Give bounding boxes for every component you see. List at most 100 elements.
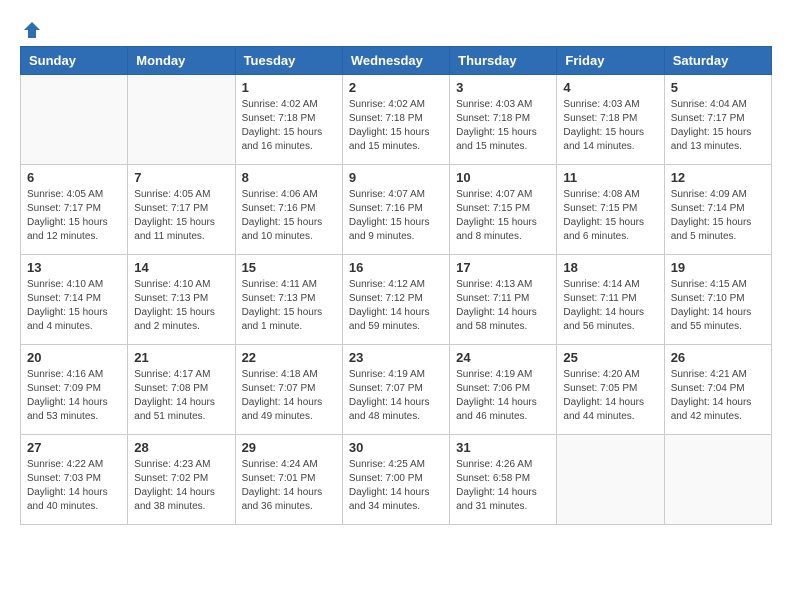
- day-number: 9: [349, 170, 443, 185]
- day-detail: Sunrise: 4:16 AM Sunset: 7:09 PM Dayligh…: [27, 368, 121, 424]
- day-detail: Sunrise: 4:26 AM Sunset: 6:58 PM Dayligh…: [456, 458, 550, 514]
- day-number: 24: [456, 350, 550, 365]
- day-number: 30: [349, 440, 443, 455]
- day-cell: 5 Sunrise: 4:04 AM Sunset: 7:17 PM Daylig…: [664, 75, 771, 165]
- day-cell: 6Sunrise: 4:05 AM Sunset: 7:17 PM Daylig…: [21, 165, 128, 255]
- day-detail: Sunrise: 4:19 AM Sunset: 7:06 PM Dayligh…: [456, 368, 550, 424]
- day-cell: [21, 75, 128, 165]
- day-cell: 28Sunrise: 4:23 AM Sunset: 7:02 PM Dayli…: [128, 435, 235, 525]
- day-number: 19: [671, 260, 765, 275]
- day-cell: 4 Sunrise: 4:03 AM Sunset: 7:18 PM Daylig…: [557, 75, 664, 165]
- day-number: 22: [242, 350, 336, 365]
- day-number: 13: [27, 260, 121, 275]
- day-number: 26: [671, 350, 765, 365]
- day-number: 12: [671, 170, 765, 185]
- day-cell: 14 Sunrise: 4:10 AM Sunset: 7:13 PM Dayli…: [128, 255, 235, 345]
- day-detail: Sunrise: 4:22 AM Sunset: 7:03 PM Dayligh…: [27, 458, 121, 514]
- day-number: 2: [349, 80, 443, 95]
- day-number: 15: [242, 260, 336, 275]
- day-number: 23: [349, 350, 443, 365]
- day-detail: Sunrise: 4:17 AM Sunset: 7:08 PM Dayligh…: [134, 368, 228, 424]
- day-cell: 30 Sunrise: 4:25 AM Sunset: 7:00 PM Dayli…: [342, 435, 449, 525]
- weekday-header-friday: Friday: [557, 47, 664, 75]
- day-detail: Sunrise: 4:10 AM Sunset: 7:13 PM Dayligh…: [134, 278, 228, 334]
- day-detail: Sunrise: 4:18 AM Sunset: 7:07 PM Dayligh…: [242, 368, 336, 424]
- day-detail: Sunrise: 4:13 AM Sunset: 7:11 PM Dayligh…: [456, 278, 550, 334]
- day-cell: 16Sunrise: 4:12 AM Sunset: 7:12 PM Dayli…: [342, 255, 449, 345]
- day-detail: Sunrise: 4:15 AM Sunset: 7:10 PM Dayligh…: [671, 278, 765, 334]
- day-number: 8: [242, 170, 336, 185]
- day-number: 27: [27, 440, 121, 455]
- day-cell: 12Sunrise: 4:09 AM Sunset: 7:14 PM Dayli…: [664, 165, 771, 255]
- logo-icon: [22, 20, 42, 40]
- day-detail: Sunrise: 4:21 AM Sunset: 7:04 PM Dayligh…: [671, 368, 765, 424]
- logo: [20, 20, 42, 36]
- day-cell: 29 Sunrise: 4:24 AM Sunset: 7:01 PM Dayli…: [235, 435, 342, 525]
- day-number: 18: [563, 260, 657, 275]
- day-cell: 19 Sunrise: 4:15 AM Sunset: 7:10 PM Dayli…: [664, 255, 771, 345]
- day-detail: Sunrise: 4:20 AM Sunset: 7:05 PM Dayligh…: [563, 368, 657, 424]
- day-cell: 11Sunrise: 4:08 AM Sunset: 7:15 PM Dayli…: [557, 165, 664, 255]
- day-number: 4: [563, 80, 657, 95]
- day-cell: 8 Sunrise: 4:06 AM Sunset: 7:16 PM Daylig…: [235, 165, 342, 255]
- day-number: 29: [242, 440, 336, 455]
- calendar: SundayMondayTuesdayWednesdayThursdayFrid…: [20, 46, 772, 525]
- day-number: 5: [671, 80, 765, 95]
- day-cell: 10 Sunrise: 4:07 AM Sunset: 7:15 PM Dayli…: [450, 165, 557, 255]
- week-row-4: 20Sunrise: 4:16 AM Sunset: 7:09 PM Dayli…: [21, 345, 772, 435]
- day-detail: Sunrise: 4:05 AM Sunset: 7:17 PM Dayligh…: [134, 188, 228, 244]
- day-number: 31: [456, 440, 550, 455]
- day-detail: Sunrise: 4:19 AM Sunset: 7:07 PM Dayligh…: [349, 368, 443, 424]
- day-cell: 3Sunrise: 4:03 AM Sunset: 7:18 PM Daylig…: [450, 75, 557, 165]
- weekday-header-row: SundayMondayTuesdayWednesdayThursdayFrid…: [21, 47, 772, 75]
- day-detail: Sunrise: 4:25 AM Sunset: 7:00 PM Dayligh…: [349, 458, 443, 514]
- day-detail: Sunrise: 4:23 AM Sunset: 7:02 PM Dayligh…: [134, 458, 228, 514]
- day-number: 1: [242, 80, 336, 95]
- day-cell: 23 Sunrise: 4:19 AM Sunset: 7:07 PM Dayli…: [342, 345, 449, 435]
- day-cell: 9 Sunrise: 4:07 AM Sunset: 7:16 PM Daylig…: [342, 165, 449, 255]
- day-number: 25: [563, 350, 657, 365]
- day-detail: Sunrise: 4:24 AM Sunset: 7:01 PM Dayligh…: [242, 458, 336, 514]
- header: [20, 20, 772, 36]
- weekday-header-monday: Monday: [128, 47, 235, 75]
- day-number: 14: [134, 260, 228, 275]
- day-cell: 21 Sunrise: 4:17 AM Sunset: 7:08 PM Dayli…: [128, 345, 235, 435]
- day-cell: 31 Sunrise: 4:26 AM Sunset: 6:58 PM Dayli…: [450, 435, 557, 525]
- day-detail: Sunrise: 4:03 AM Sunset: 7:18 PM Dayligh…: [456, 98, 550, 154]
- day-detail: Sunrise: 4:07 AM Sunset: 7:16 PM Dayligh…: [349, 188, 443, 244]
- week-row-1: 1 Sunrise: 4:02 AM Sunset: 7:18 PM Daylig…: [21, 75, 772, 165]
- week-row-5: 27 Sunrise: 4:22 AM Sunset: 7:03 PM Dayli…: [21, 435, 772, 525]
- day-detail: Sunrise: 4:12 AM Sunset: 7:12 PM Dayligh…: [349, 278, 443, 334]
- day-cell: 25 Sunrise: 4:20 AM Sunset: 7:05 PM Dayli…: [557, 345, 664, 435]
- day-detail: Sunrise: 4:06 AM Sunset: 7:16 PM Dayligh…: [242, 188, 336, 244]
- day-cell: 7 Sunrise: 4:05 AM Sunset: 7:17 PM Daylig…: [128, 165, 235, 255]
- day-cell: 1 Sunrise: 4:02 AM Sunset: 7:18 PM Daylig…: [235, 75, 342, 165]
- week-row-3: 13 Sunrise: 4:10 AM Sunset: 7:14 PM Dayli…: [21, 255, 772, 345]
- day-cell: [128, 75, 235, 165]
- day-detail: Sunrise: 4:14 AM Sunset: 7:11 PM Dayligh…: [563, 278, 657, 334]
- day-cell: [557, 435, 664, 525]
- day-detail: Sunrise: 4:03 AM Sunset: 7:18 PM Dayligh…: [563, 98, 657, 154]
- day-detail: Sunrise: 4:08 AM Sunset: 7:15 PM Dayligh…: [563, 188, 657, 244]
- day-detail: Sunrise: 4:04 AM Sunset: 7:17 PM Dayligh…: [671, 98, 765, 154]
- day-cell: 22 Sunrise: 4:18 AM Sunset: 7:07 PM Dayli…: [235, 345, 342, 435]
- day-number: 17: [456, 260, 550, 275]
- day-detail: Sunrise: 4:10 AM Sunset: 7:14 PM Dayligh…: [27, 278, 121, 334]
- day-number: 21: [134, 350, 228, 365]
- day-cell: 2Sunrise: 4:02 AM Sunset: 7:18 PM Daylig…: [342, 75, 449, 165]
- day-detail: Sunrise: 4:02 AM Sunset: 7:18 PM Dayligh…: [242, 98, 336, 154]
- weekday-header-thursday: Thursday: [450, 47, 557, 75]
- day-detail: Sunrise: 4:11 AM Sunset: 7:13 PM Dayligh…: [242, 278, 336, 334]
- day-cell: [664, 435, 771, 525]
- weekday-header-saturday: Saturday: [664, 47, 771, 75]
- week-row-2: 6Sunrise: 4:05 AM Sunset: 7:17 PM Daylig…: [21, 165, 772, 255]
- weekday-header-wednesday: Wednesday: [342, 47, 449, 75]
- day-number: 7: [134, 170, 228, 185]
- day-detail: Sunrise: 4:07 AM Sunset: 7:15 PM Dayligh…: [456, 188, 550, 244]
- day-cell: 20Sunrise: 4:16 AM Sunset: 7:09 PM Dayli…: [21, 345, 128, 435]
- day-cell: 17 Sunrise: 4:13 AM Sunset: 7:11 PM Dayli…: [450, 255, 557, 345]
- weekday-header-tuesday: Tuesday: [235, 47, 342, 75]
- day-cell: 24 Sunrise: 4:19 AM Sunset: 7:06 PM Dayli…: [450, 345, 557, 435]
- day-number: 10: [456, 170, 550, 185]
- day-cell: 27 Sunrise: 4:22 AM Sunset: 7:03 PM Dayli…: [21, 435, 128, 525]
